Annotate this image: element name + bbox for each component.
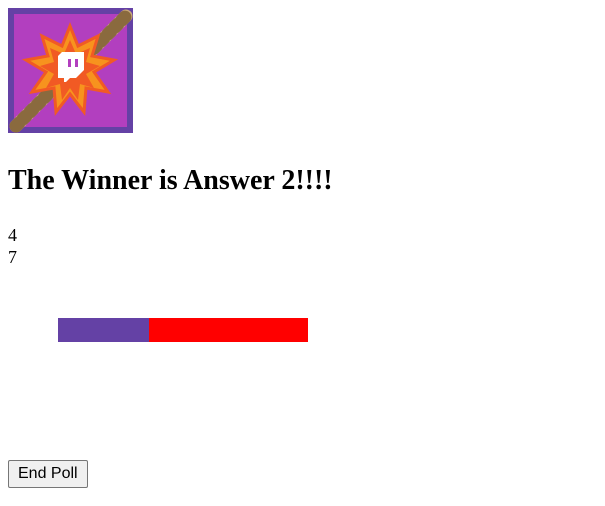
answer-2-bar-segment [148, 318, 308, 342]
twitch-logo-image [8, 8, 133, 133]
answer-1-count: 4 [8, 225, 17, 245]
answer-2-count: 7 [8, 247, 17, 267]
answer-1-bar-segment [58, 318, 149, 342]
winner-heading: The Winner is Answer 2!!!! [8, 165, 333, 196]
end-poll-button[interactable]: End Poll [8, 460, 88, 488]
vote-counts: 4 7 [8, 224, 17, 268]
twitch-logo-icon [8, 8, 133, 133]
vote-distribution-bar [58, 318, 308, 342]
